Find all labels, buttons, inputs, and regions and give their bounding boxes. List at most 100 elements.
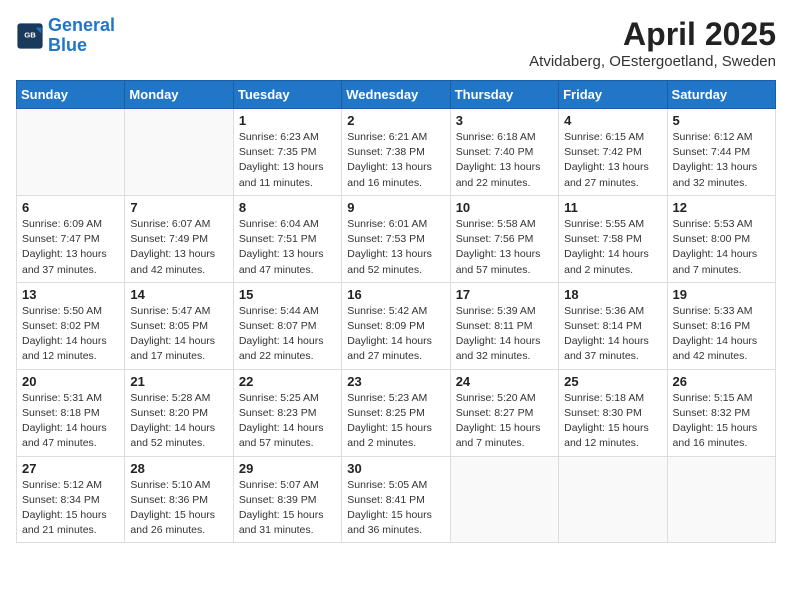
table-row: 17 Sunrise: 5:39 AM Sunset: 8:11 PM Dayli…: [450, 282, 558, 369]
table-row: 26 Sunrise: 5:15 AM Sunset: 8:32 PM Dayli…: [667, 369, 775, 456]
day-info: Sunrise: 5:20 AM Sunset: 8:27 PM Dayligh…: [456, 391, 553, 452]
table-row: 12Sunrise: 5:53 AM Sunset: 8:00 PM Dayli…: [667, 195, 775, 282]
day-info: Sunrise: 6:09 AM Sunset: 7:47 PM Dayligh…: [22, 217, 119, 278]
table-row: 14 Sunrise: 5:47 AM Sunset: 8:05 PM Dayli…: [125, 282, 233, 369]
day-info: Sunrise: 5:28 AM Sunset: 8:20 PM Dayligh…: [130, 391, 227, 452]
day-info: Sunrise: 6:07 AM Sunset: 7:49 PM Dayligh…: [130, 217, 227, 278]
logo-line1: General: [48, 15, 115, 35]
day-number: 26: [673, 374, 770, 389]
day-info: Sunrise: 5:07 AM Sunset: 8:39 PM Dayligh…: [239, 478, 336, 539]
day-number: 18: [564, 287, 661, 302]
day-info: Sunrise: 5:18 AM Sunset: 8:30 PM Dayligh…: [564, 391, 661, 452]
day-number: 4: [564, 113, 661, 128]
day-number: 9: [347, 200, 444, 215]
day-number: 30: [347, 461, 444, 476]
day-info: Sunrise: 5:36 AM Sunset: 8:14 PM Dayligh…: [564, 304, 661, 365]
table-row: [17, 109, 125, 196]
calendar-week-row: 6 Sunrise: 6:09 AM Sunset: 7:47 PM Daylig…: [17, 195, 776, 282]
month-year: April 2025: [529, 16, 776, 53]
table-row: 23 Sunrise: 5:23 AM Sunset: 8:25 PM Dayli…: [342, 369, 450, 456]
day-info: Sunrise: 6:15 AM Sunset: 7:42 PM Dayligh…: [564, 130, 661, 191]
day-info: Sunrise: 5:15 AM Sunset: 8:32 PM Dayligh…: [673, 391, 770, 452]
day-info: Sunrise: 5:55 AM Sunset: 7:58 PM Dayligh…: [564, 217, 661, 278]
day-info: Sunrise: 5:23 AM Sunset: 8:25 PM Dayligh…: [347, 391, 444, 452]
table-row: 24 Sunrise: 5:20 AM Sunset: 8:27 PM Dayli…: [450, 369, 558, 456]
day-info: Sunrise: 5:31 AM Sunset: 8:18 PM Dayligh…: [22, 391, 119, 452]
day-info: Sunrise: 5:53 AM Sunset: 8:00 PM Dayligh…: [673, 217, 770, 278]
table-row: 8 Sunrise: 6:04 AM Sunset: 7:51 PM Daylig…: [233, 195, 341, 282]
day-number: 23: [347, 374, 444, 389]
day-number: 25: [564, 374, 661, 389]
day-number: 29: [239, 461, 336, 476]
table-row: 9 Sunrise: 6:01 AM Sunset: 7:53 PM Daylig…: [342, 195, 450, 282]
header-sunday: Sunday: [17, 81, 125, 109]
day-info: Sunrise: 5:25 AM Sunset: 8:23 PM Dayligh…: [239, 391, 336, 452]
calendar-week-row: 13Sunrise: 5:50 AM Sunset: 8:02 PM Dayli…: [17, 282, 776, 369]
title-section: April 2025 Atvidaberg, OEstergoetland, S…: [529, 16, 776, 70]
calendar-header-row: Sunday Monday Tuesday Wednesday Thursday…: [17, 81, 776, 109]
header-thursday: Thursday: [450, 81, 558, 109]
day-number: 10: [456, 200, 553, 215]
day-info: Sunrise: 6:01 AM Sunset: 7:53 PM Dayligh…: [347, 217, 444, 278]
day-number: 5: [673, 113, 770, 128]
table-row: [450, 456, 558, 543]
day-number: 11: [564, 200, 661, 215]
header-monday: Monday: [125, 81, 233, 109]
day-number: 27: [22, 461, 119, 476]
day-info: Sunrise: 5:58 AM Sunset: 7:56 PM Dayligh…: [456, 217, 553, 278]
day-number: 19: [673, 287, 770, 302]
table-row: [667, 456, 775, 543]
table-row: 15Sunrise: 5:44 AM Sunset: 8:07 PM Dayli…: [233, 282, 341, 369]
table-row: 19Sunrise: 5:33 AM Sunset: 8:16 PM Dayli…: [667, 282, 775, 369]
day-number: 14: [130, 287, 227, 302]
calendar-week-row: 27 Sunrise: 5:12 AM Sunset: 8:34 PM Dayli…: [17, 456, 776, 543]
table-row: 22 Sunrise: 5:25 AM Sunset: 8:23 PM Dayli…: [233, 369, 341, 456]
day-number: 3: [456, 113, 553, 128]
table-row: 20 Sunrise: 5:31 AM Sunset: 8:18 PM Dayli…: [17, 369, 125, 456]
day-info: Sunrise: 6:04 AM Sunset: 7:51 PM Dayligh…: [239, 217, 336, 278]
day-number: 28: [130, 461, 227, 476]
day-info: Sunrise: 5:12 AM Sunset: 8:34 PM Dayligh…: [22, 478, 119, 539]
table-row: 18 Sunrise: 5:36 AM Sunset: 8:14 PM Dayli…: [559, 282, 667, 369]
header-tuesday: Tuesday: [233, 81, 341, 109]
location: Atvidaberg, OEstergoetland, Sweden: [529, 53, 776, 70]
day-number: 24: [456, 374, 553, 389]
table-row: 7 Sunrise: 6:07 AM Sunset: 7:49 PM Daylig…: [125, 195, 233, 282]
day-info: Sunrise: 5:05 AM Sunset: 8:41 PM Dayligh…: [347, 478, 444, 539]
logo-line2: Blue: [48, 35, 87, 55]
day-info: Sunrise: 5:50 AM Sunset: 8:02 PM Dayligh…: [22, 304, 119, 365]
table-row: 11 Sunrise: 5:55 AM Sunset: 7:58 PM Dayli…: [559, 195, 667, 282]
table-row: 27 Sunrise: 5:12 AM Sunset: 8:34 PM Dayli…: [17, 456, 125, 543]
table-row: 13Sunrise: 5:50 AM Sunset: 8:02 PM Dayli…: [17, 282, 125, 369]
day-number: 6: [22, 200, 119, 215]
table-row: 10 Sunrise: 5:58 AM Sunset: 7:56 PM Dayli…: [450, 195, 558, 282]
calendar-week-row: 1Sunrise: 6:23 AM Sunset: 7:35 PM Daylig…: [17, 109, 776, 196]
day-number: 20: [22, 374, 119, 389]
table-row: 25 Sunrise: 5:18 AM Sunset: 8:30 PM Dayli…: [559, 369, 667, 456]
calendar-week-row: 20 Sunrise: 5:31 AM Sunset: 8:18 PM Dayli…: [17, 369, 776, 456]
day-info: Sunrise: 5:44 AM Sunset: 8:07 PM Dayligh…: [239, 304, 336, 365]
table-row: 21Sunrise: 5:28 AM Sunset: 8:20 PM Dayli…: [125, 369, 233, 456]
day-number: 2: [347, 113, 444, 128]
day-info: Sunrise: 6:18 AM Sunset: 7:40 PM Dayligh…: [456, 130, 553, 191]
day-number: 22: [239, 374, 336, 389]
table-row: 28 Sunrise: 5:10 AM Sunset: 8:36 PM Dayli…: [125, 456, 233, 543]
svg-text:GB: GB: [24, 30, 36, 39]
header-friday: Friday: [559, 81, 667, 109]
day-number: 7: [130, 200, 227, 215]
day-info: Sunrise: 5:10 AM Sunset: 8:36 PM Dayligh…: [130, 478, 227, 539]
table-row: 2 Sunrise: 6:21 AM Sunset: 7:38 PM Daylig…: [342, 109, 450, 196]
day-number: 17: [456, 287, 553, 302]
day-info: Sunrise: 6:23 AM Sunset: 7:35 PM Dayligh…: [239, 130, 336, 191]
day-info: Sunrise: 6:21 AM Sunset: 7:38 PM Dayligh…: [347, 130, 444, 191]
table-row: 1Sunrise: 6:23 AM Sunset: 7:35 PM Daylig…: [233, 109, 341, 196]
day-number: 8: [239, 200, 336, 215]
logo-icon: GB: [16, 22, 44, 50]
table-row: [125, 109, 233, 196]
day-info: Sunrise: 5:47 AM Sunset: 8:05 PM Dayligh…: [130, 304, 227, 365]
day-info: Sunrise: 5:42 AM Sunset: 8:09 PM Dayligh…: [347, 304, 444, 365]
day-info: Sunrise: 5:39 AM Sunset: 8:11 PM Dayligh…: [456, 304, 553, 365]
calendar: Sunday Monday Tuesday Wednesday Thursday…: [16, 80, 776, 543]
day-number: 16: [347, 287, 444, 302]
header-saturday: Saturday: [667, 81, 775, 109]
